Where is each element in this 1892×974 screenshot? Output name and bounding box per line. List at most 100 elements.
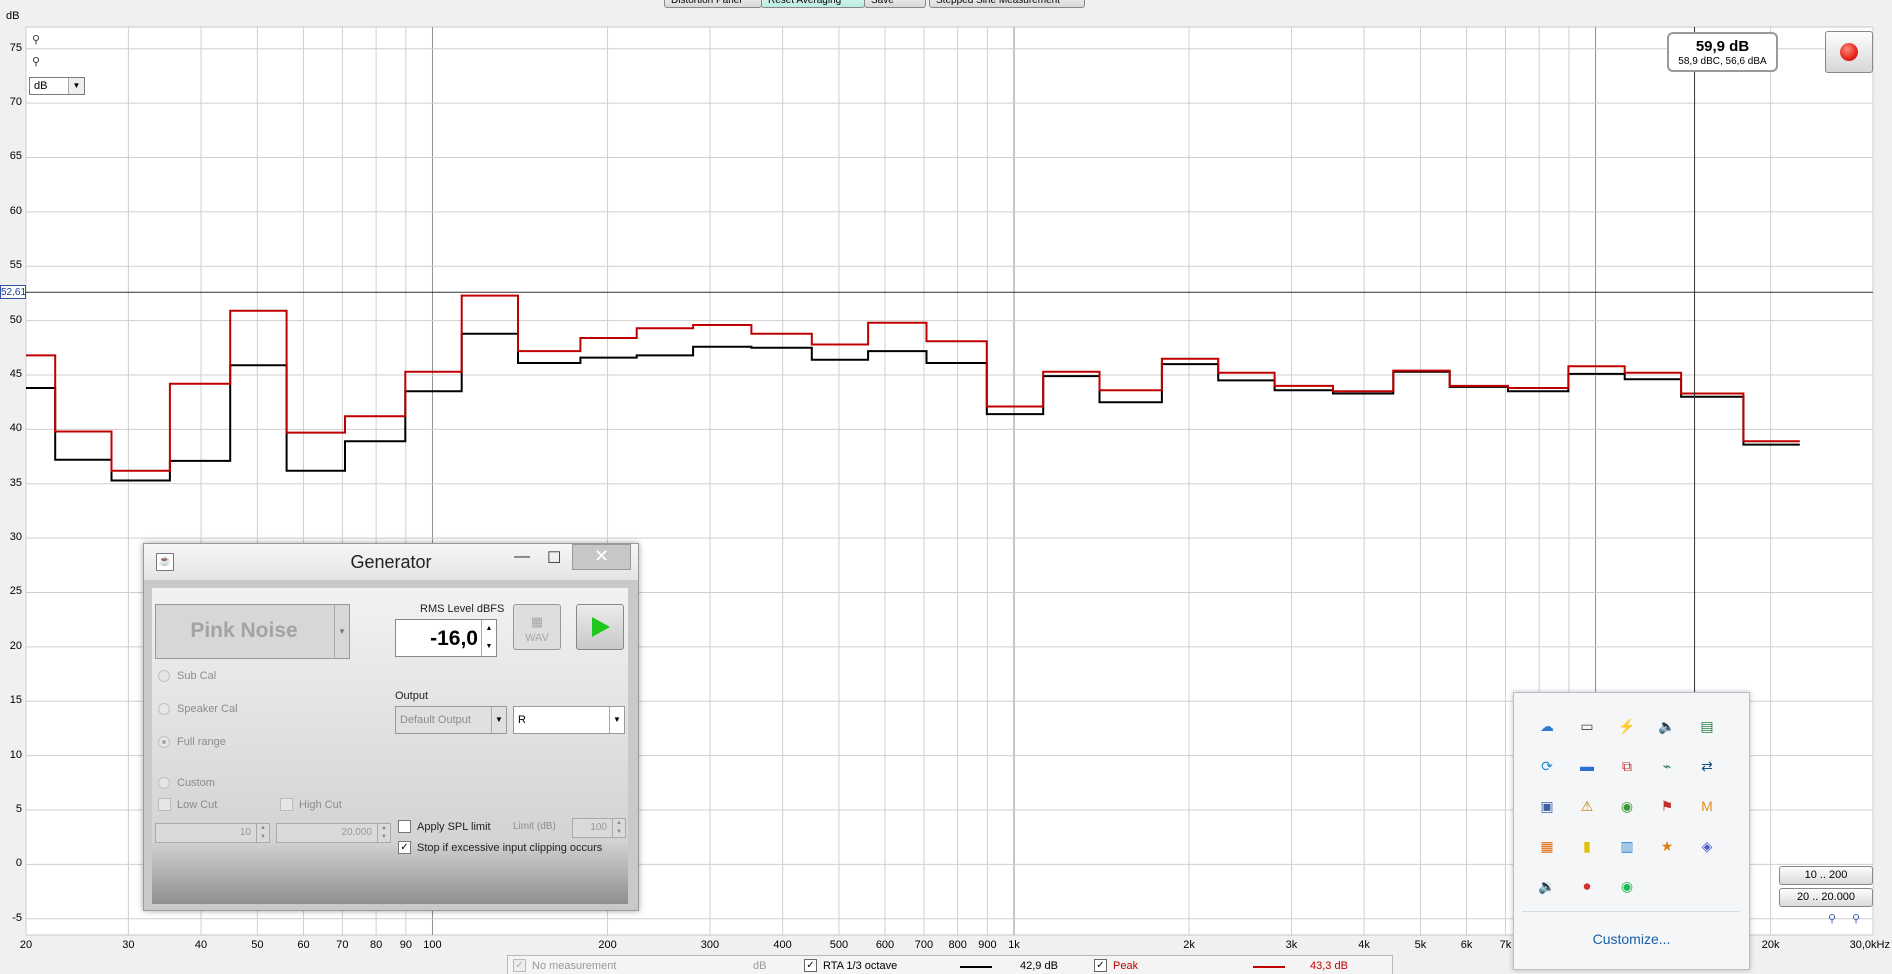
magnify-icon[interactable]: ⚲ — [1828, 912, 1836, 925]
usb-icon[interactable]: ⌁ — [1656, 755, 1678, 777]
x-tick-label: 5k — [1414, 939, 1427, 951]
magnify-alt-icon[interactable]: ⚲ — [1852, 912, 1860, 925]
customize-link[interactable]: Customize... — [1514, 931, 1749, 947]
no-measurement-label: No measurement — [532, 960, 617, 972]
rta-swatch — [960, 966, 992, 968]
spotify-icon[interactable]: ◉ — [1616, 875, 1638, 897]
close-icon: ✕ — [593, 546, 610, 566]
power-icon[interactable]: ⚡ — [1616, 715, 1638, 737]
y-tick-label: 70 — [9, 96, 22, 109]
generator-body: Pink Noise ▼ RMS Level dBFS -16,0 ▲ ▼ ▦ W… — [152, 588, 628, 904]
x-tick-label: 3k — [1285, 939, 1298, 951]
spinner-arrows-icon[interactable]: ▲ ▼ — [612, 819, 625, 837]
x-tick-label: 30 — [122, 939, 135, 951]
signal-type-value: Pink Noise — [190, 619, 298, 642]
monitor-icon[interactable]: ▥ — [1616, 835, 1638, 857]
radio-speaker-cal[interactable] — [158, 703, 170, 715]
chat-icon[interactable]: ▬ — [1576, 755, 1598, 777]
transfer-icon[interactable]: ⇄ — [1696, 755, 1718, 777]
flag-icon[interactable]: ⚑ — [1656, 795, 1678, 817]
rms-level-spinner[interactable]: -16,0 ▲ ▼ — [395, 619, 497, 657]
generator-title: Generator — [350, 552, 432, 572]
speaker-icon[interactable]: 🔈 — [1656, 715, 1678, 737]
spinner-arrows-icon[interactable]: ▲ ▼ — [377, 824, 390, 842]
x-tick-label: 70 — [336, 939, 349, 951]
chrome-icon[interactable]: ◉ — [1616, 795, 1638, 817]
radio-custom[interactable] — [158, 777, 170, 789]
spl-limit-checkbox[interactable] — [398, 820, 411, 833]
x-tick-label: 30,0kHz — [1849, 939, 1890, 951]
sync-icon[interactable]: ⟳ — [1536, 755, 1558, 777]
radio-full-range[interactable] — [158, 736, 170, 748]
star-icon[interactable]: ★ — [1656, 835, 1678, 857]
no-measurement-checkbox[interactable]: ✓ — [513, 959, 526, 972]
unit-select[interactable]: dB ▼ — [29, 77, 85, 95]
high-cut-checkbox[interactable] — [280, 798, 293, 811]
teams-icon[interactable]: ◈ — [1696, 835, 1718, 857]
signal-type-select[interactable]: Pink Noise ▼ — [155, 604, 350, 659]
spinner-arrows-icon[interactable]: ▲ ▼ — [256, 824, 269, 842]
spl-limit-label: Apply SPL limit — [417, 821, 491, 833]
y-tick-label: 75 — [9, 41, 22, 54]
close-button[interactable]: ✕ — [572, 544, 631, 570]
x-tick-label: 300 — [700, 939, 720, 951]
rta-label: RTA 1/3 octave — [823, 960, 898, 972]
range-10-200-button[interactable]: 10 .. 200 — [1779, 866, 1873, 885]
record-button[interactable] — [1825, 31, 1873, 73]
radio-full-range-label: Full range — [177, 736, 226, 748]
record-icon[interactable]: ⏺ — [1576, 875, 1598, 897]
rms-level-label: RMS Level dBFS — [420, 603, 505, 615]
x-tick-label: 4k — [1358, 939, 1370, 951]
x-tick-label: 700 — [914, 939, 934, 951]
readout-main: 59,9 dB — [1695, 38, 1750, 55]
low-cut-checkbox[interactable] — [158, 798, 171, 811]
low-cut-field[interactable]: 10 ▲ ▼ — [155, 823, 270, 843]
x-tick-label: 600 — [875, 939, 895, 951]
remote-icon[interactable]: ⧉ — [1616, 755, 1638, 777]
chevron-down-icon: ▼ — [609, 707, 624, 733]
rta-value: 42,9 dB — [1020, 960, 1058, 972]
stepped-sine-button[interactable]: Stepped Sine Measurement — [929, 0, 1085, 8]
computer-icon[interactable]: ▣ — [1536, 795, 1558, 817]
pan-tool-icon[interactable]: ⚲ — [32, 55, 46, 69]
zoom-tool-icon[interactable]: ⚲ — [32, 33, 46, 47]
rta-checkbox[interactable]: ✓ — [804, 959, 817, 972]
x-tick-label: 20 — [19, 939, 33, 951]
play-button[interactable] — [576, 604, 624, 650]
distortion-panel-button[interactable]: Distortion Panel — [664, 0, 762, 8]
network-icon[interactable]: ▤ — [1696, 715, 1718, 737]
radio-sub-cal[interactable] — [158, 670, 170, 682]
x-tick-label: 50 — [251, 939, 264, 951]
grid-icon[interactable]: ▦ — [1536, 835, 1558, 857]
spinner-arrows-icon[interactable]: ▲ ▼ — [481, 620, 496, 656]
maximize-icon[interactable]: ☐ — [547, 548, 561, 568]
y-axis-unit: dB — [6, 10, 20, 22]
reset-averaging-button[interactable]: Reset Averaging — [761, 0, 865, 8]
y-tick-label: 25 — [9, 585, 22, 598]
m-icon[interactable]: M — [1696, 795, 1718, 817]
sticky-note-icon[interactable]: ▮ — [1576, 835, 1598, 857]
cloud-warning-icon[interactable]: ⚠ — [1576, 795, 1598, 817]
generator-titlebar[interactable]: ☕ Generator — ☐ ✕ — [144, 544, 638, 580]
chevron-down-icon: ▼ — [334, 605, 349, 658]
cloud-alert-icon[interactable]: ☁ — [1536, 715, 1558, 737]
minimize-icon[interactable]: — — [514, 548, 530, 566]
output-channel-select[interactable]: R ▼ — [513, 706, 625, 734]
output-device-select[interactable]: Default Output ▼ — [395, 706, 507, 734]
range-20-20000-button[interactable]: 20 .. 20.000 — [1779, 888, 1873, 907]
limit-db-field[interactable]: 100 ▲ ▼ — [572, 818, 626, 838]
wav-button[interactable]: ▦ WAV — [513, 604, 561, 650]
tray-overflow-popup: ☁ ▭ ⚡ 🔈 ▤ ⟳ ▬ ⧉ ⌁ ⇄ ▣ ⚠ ◉ ⚑ M ▦ ▮ ▥ ★ ◈ 🔉 ⏺ ◉ Customize... — [1513, 692, 1750, 970]
low-cut-value: 10 — [239, 827, 251, 838]
volume-icon[interactable]: 🔉 — [1536, 875, 1558, 897]
spl-readout: 59,9 dB 58,9 dBC, 56,6 dBA — [1667, 32, 1778, 72]
y-tick-label: -5 — [12, 911, 22, 924]
save-button[interactable]: Save — [864, 0, 926, 8]
stop-clipping-checkbox[interactable]: ✓ — [398, 841, 411, 854]
display-icon[interactable]: ▭ — [1576, 715, 1598, 737]
x-tick-label: 90 — [399, 939, 412, 951]
play-icon — [592, 617, 610, 637]
high-cut-field[interactable]: 20.000 ▲ ▼ — [276, 823, 391, 843]
chevron-down-icon: ▼ — [491, 707, 506, 733]
peak-checkbox[interactable]: ✓ — [1094, 959, 1107, 972]
